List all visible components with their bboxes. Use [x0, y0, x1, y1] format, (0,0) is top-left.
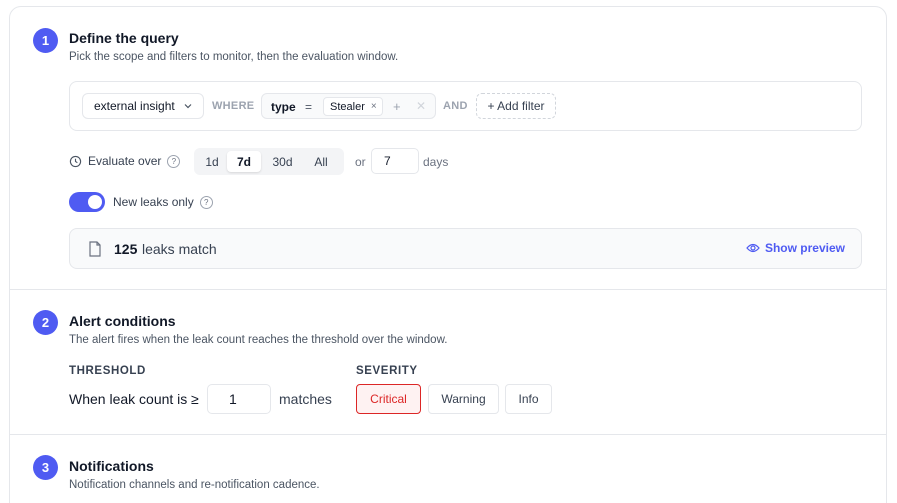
section-subtitle-alert: The alert fires when the leak count reac…: [69, 334, 448, 346]
filter-value-tag: Stealer ×: [323, 97, 383, 116]
threshold-operator[interactable]: ≥: [191, 391, 199, 407]
match-count: 125: [114, 241, 138, 257]
step-number: 3: [41, 460, 50, 475]
filter-operator[interactable]: =: [305, 100, 312, 114]
window-option-30d[interactable]: 30d: [261, 151, 304, 172]
severity-header: SEVERITY: [356, 365, 418, 377]
window-option-7d[interactable]: 7d: [227, 151, 261, 172]
custom-days-input[interactable]: 7: [371, 148, 419, 174]
threshold-input[interactable]: 1: [207, 384, 271, 414]
new-leaks-label: New leaks only ?: [113, 195, 213, 209]
step-3-badge: 3: [33, 455, 58, 480]
where-keyword: WHERE: [212, 100, 255, 112]
step-2-badge: 2: [33, 310, 58, 335]
section-title-alert: Alert conditions: [69, 313, 176, 329]
add-value-button[interactable]: +: [393, 99, 401, 114]
section-subtitle-notifications: Notification channels and re-notificatio…: [69, 479, 320, 491]
query-builder: external insight WHERE type = Stealer × …: [69, 81, 862, 131]
source-select[interactable]: external insight: [82, 93, 204, 119]
help-icon[interactable]: ?: [167, 154, 181, 168]
remove-filter-icon[interactable]: ✕: [416, 99, 426, 113]
evaluate-over-label: Evaluate over ?: [69, 154, 181, 168]
document-icon: [89, 241, 101, 257]
section-divider: [10, 434, 886, 435]
match-summary: 125 leaks match Show preview: [69, 228, 862, 269]
filter-value-text: Stealer: [330, 100, 365, 113]
window-option-1d[interactable]: 1d: [197, 151, 227, 172]
show-preview-link[interactable]: Show preview: [746, 241, 845, 255]
threshold-header: THRESHOLD: [69, 365, 146, 377]
severity-info-button[interactable]: Info: [505, 384, 552, 414]
severity-warning-button[interactable]: Warning: [428, 384, 499, 414]
new-leaks-text: New leaks only: [113, 195, 194, 209]
alert-form-card: 1 Define the query Pick the scope and fi…: [9, 6, 887, 503]
step-number: 1: [41, 33, 50, 48]
days-unit-label: days: [423, 155, 449, 169]
remove-value-icon[interactable]: ×: [371, 101, 377, 112]
show-preview-text: Show preview: [764, 241, 845, 255]
threshold-label: When leak count is: [69, 391, 188, 407]
section-subtitle-query: Pick the scope and filters to monitor, t…: [69, 51, 399, 63]
new-leaks-toggle[interactable]: [69, 192, 105, 212]
section-title-notifications: Notifications: [69, 458, 154, 474]
filter-chip: type = Stealer × + ✕: [261, 93, 436, 119]
eye-icon: [746, 243, 760, 253]
clock-icon: [69, 155, 82, 167]
chevron-down-icon: [184, 104, 192, 109]
step-1-badge: 1: [33, 28, 58, 53]
section-divider: [10, 289, 886, 290]
section-title-query: Define the query: [69, 30, 179, 46]
window-option-all[interactable]: All: [304, 151, 338, 172]
match-suffix: leaks match: [142, 241, 217, 257]
add-filter-button[interactable]: + Add filter: [476, 93, 556, 119]
evaluate-over-text: Evaluate over: [88, 154, 162, 168]
source-select-value: external insight: [94, 99, 175, 113]
step-number: 2: [41, 315, 50, 330]
filter-field[interactable]: type: [271, 100, 296, 114]
threshold-unit: matches: [279, 391, 332, 407]
window-segmented-control: 1d 7d 30d All: [194, 148, 344, 175]
severity-critical-button[interactable]: Critical: [356, 384, 421, 414]
or-label: or: [355, 155, 366, 169]
help-icon[interactable]: ?: [199, 195, 213, 209]
and-keyword: AND: [443, 100, 468, 112]
